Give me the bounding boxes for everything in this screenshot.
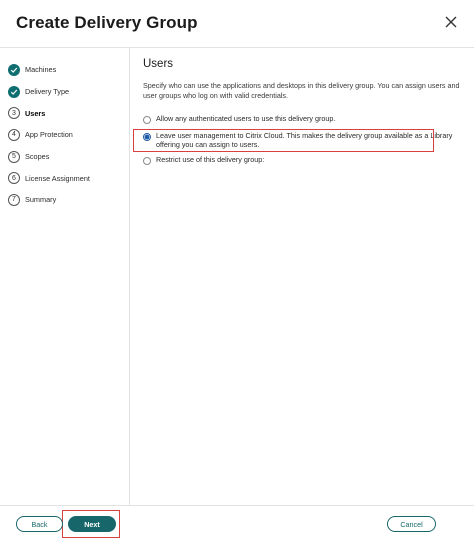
section-heading: Users [143, 58, 174, 70]
sidebar-divider [129, 48, 130, 505]
step-summary[interactable]: 7 Summary [8, 189, 126, 211]
wizard-steps: Machines Delivery Type 3 Users 4 App Pro… [8, 59, 126, 211]
option-restrict-use[interactable]: Restrict use of this delivery group: [143, 155, 456, 165]
section-description: Specify who can use the applications and… [143, 81, 460, 100]
step-label: Delivery Type [25, 87, 70, 97]
step-label: Users [25, 108, 46, 118]
step-license-assignment[interactable]: 6 License Assignment [8, 167, 126, 189]
check-icon [8, 63, 20, 76]
radio-button[interactable] [143, 115, 151, 124]
step-number: 3 [8, 107, 20, 120]
users-panel: Users Specify who can use the applicatio… [143, 58, 463, 101]
back-button[interactable]: Back [16, 516, 63, 532]
step-number: 6 [8, 172, 20, 185]
option-leave-to-citrix-cloud[interactable]: Leave user management to Citrix Cloud. T… [143, 131, 456, 149]
option-label: Leave user management to Citrix Cloud. T… [156, 131, 453, 149]
option-allow-any-authenticated[interactable]: Allow any authenticated users to use thi… [143, 114, 456, 124]
option-label: Restrict use of this delivery group: [156, 155, 265, 164]
step-number: 4 [8, 128, 20, 141]
step-label: App Protection [25, 130, 73, 140]
step-scopes[interactable]: 5 Scopes [8, 146, 126, 168]
step-label: Summary [25, 195, 57, 205]
step-number: 7 [8, 193, 20, 206]
step-label: License Assignment [25, 173, 90, 183]
cancel-button[interactable]: Cancel [387, 516, 436, 532]
next-button[interactable]: Next [68, 516, 116, 532]
radio-button[interactable] [143, 156, 151, 165]
step-delivery-type[interactable]: Delivery Type [8, 81, 126, 103]
step-app-protection[interactable]: 4 App Protection [8, 124, 126, 146]
step-label: Machines [25, 65, 57, 75]
step-number: 5 [8, 150, 20, 163]
footer-divider [0, 505, 474, 506]
step-machines[interactable]: Machines [8, 59, 126, 81]
header-divider [0, 47, 474, 48]
step-users[interactable]: 3 Users [8, 102, 126, 124]
close-icon[interactable] [441, 12, 461, 32]
check-icon [8, 85, 20, 98]
radio-button-selected[interactable] [143, 132, 151, 141]
dialog-title: Create Delivery Group [16, 13, 198, 32]
option-label: Allow any authenticated users to use thi… [156, 114, 336, 123]
step-label: Scopes [25, 152, 50, 162]
